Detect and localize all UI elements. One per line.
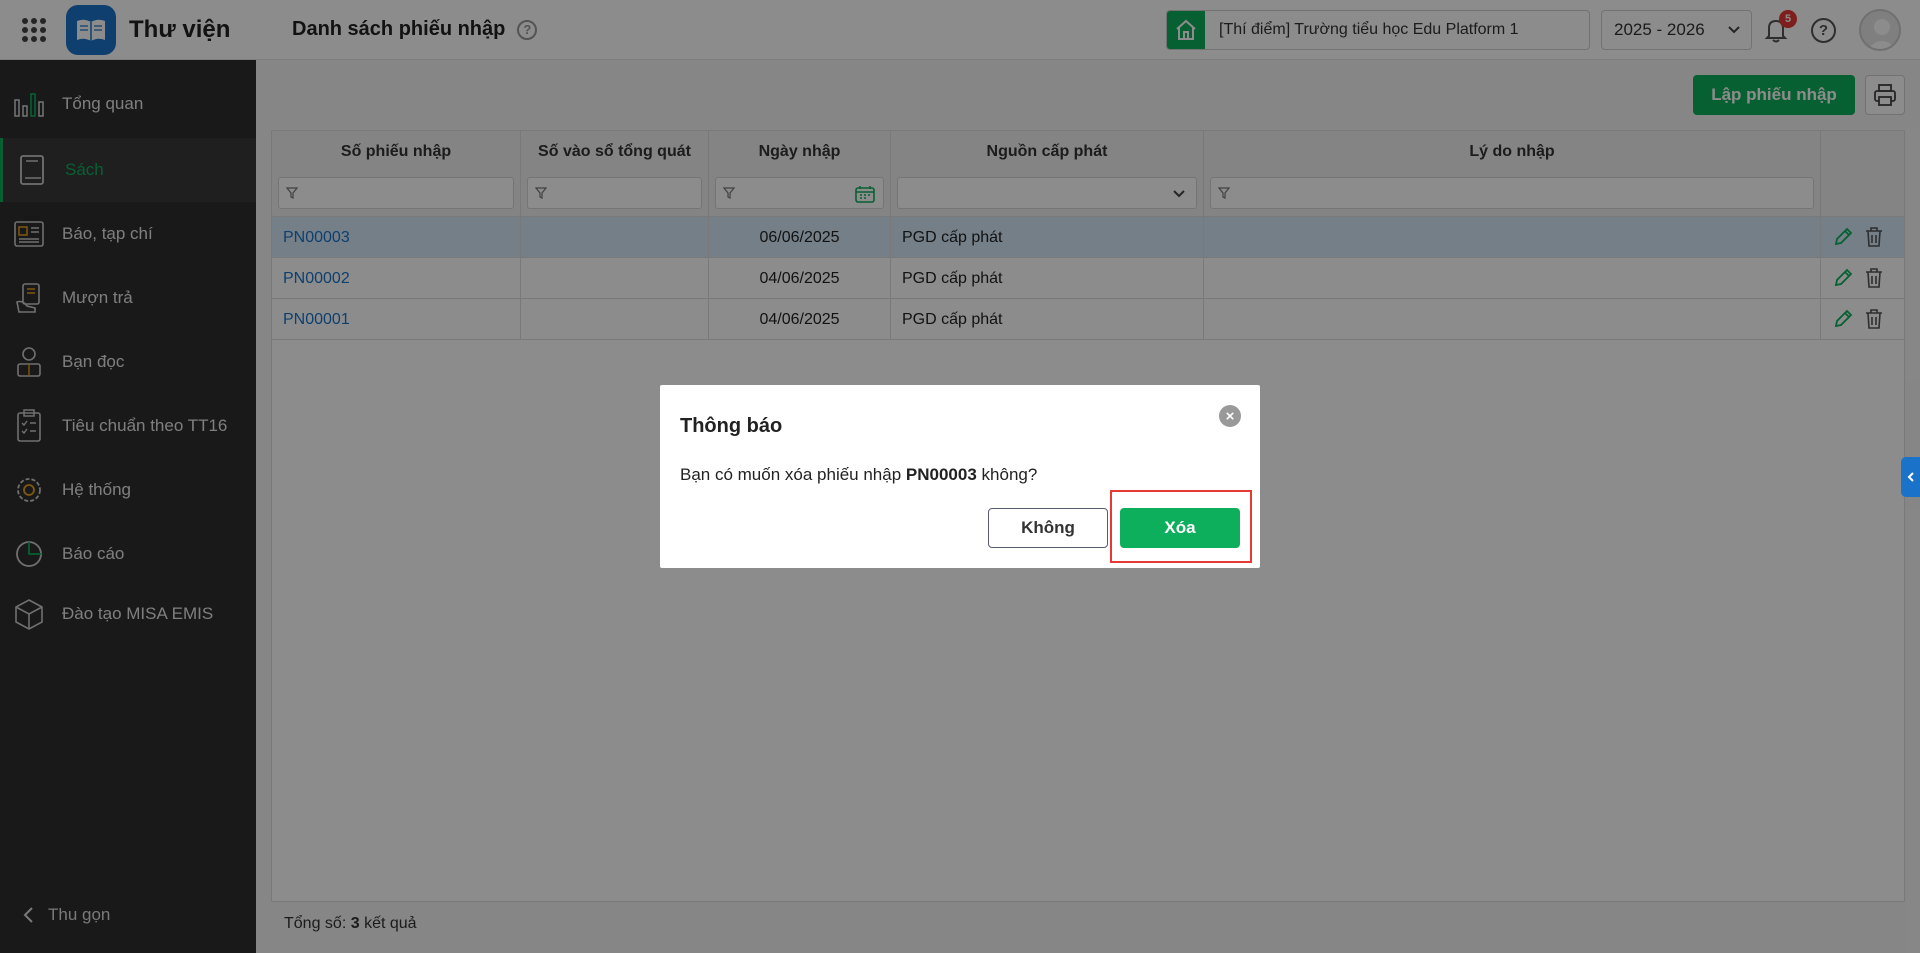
cancel-button[interactable]: Không — [988, 508, 1108, 548]
side-panel-toggle[interactable] — [1901, 457, 1920, 497]
close-icon[interactable]: × — [1219, 405, 1241, 427]
dialog-title: Thông báo — [680, 415, 783, 437]
chevron-left-icon — [1907, 472, 1914, 482]
message-prefix: Bạn có muốn xóa phiếu nhập — [680, 465, 902, 484]
message-suffix: không? — [981, 465, 1038, 484]
highlight-box — [1110, 490, 1252, 563]
message-code: PN00003 — [905, 465, 977, 484]
dialog-message: Bạn có muốn xóa phiếu nhập PN00003 không… — [680, 465, 1037, 485]
